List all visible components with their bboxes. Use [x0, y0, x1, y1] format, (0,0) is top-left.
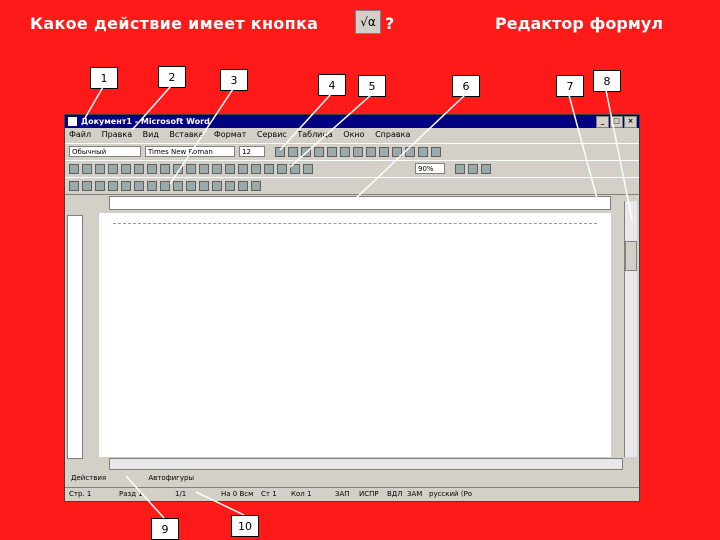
- callout-line-3: [169, 88, 234, 185]
- callout-line-6: [352, 94, 466, 202]
- callout-line-2: [131, 85, 172, 131]
- callout-line-4: [279, 93, 332, 151]
- callout-line-7: [568, 94, 599, 203]
- callout-line-5: [289, 94, 372, 168]
- callout-lines: [84, 85, 633, 519]
- callout-line-1: [84, 86, 104, 119]
- callout-line-8: [605, 89, 633, 221]
- callout-line-10: [195, 491, 245, 516]
- callout-line-9: [125, 475, 165, 519]
